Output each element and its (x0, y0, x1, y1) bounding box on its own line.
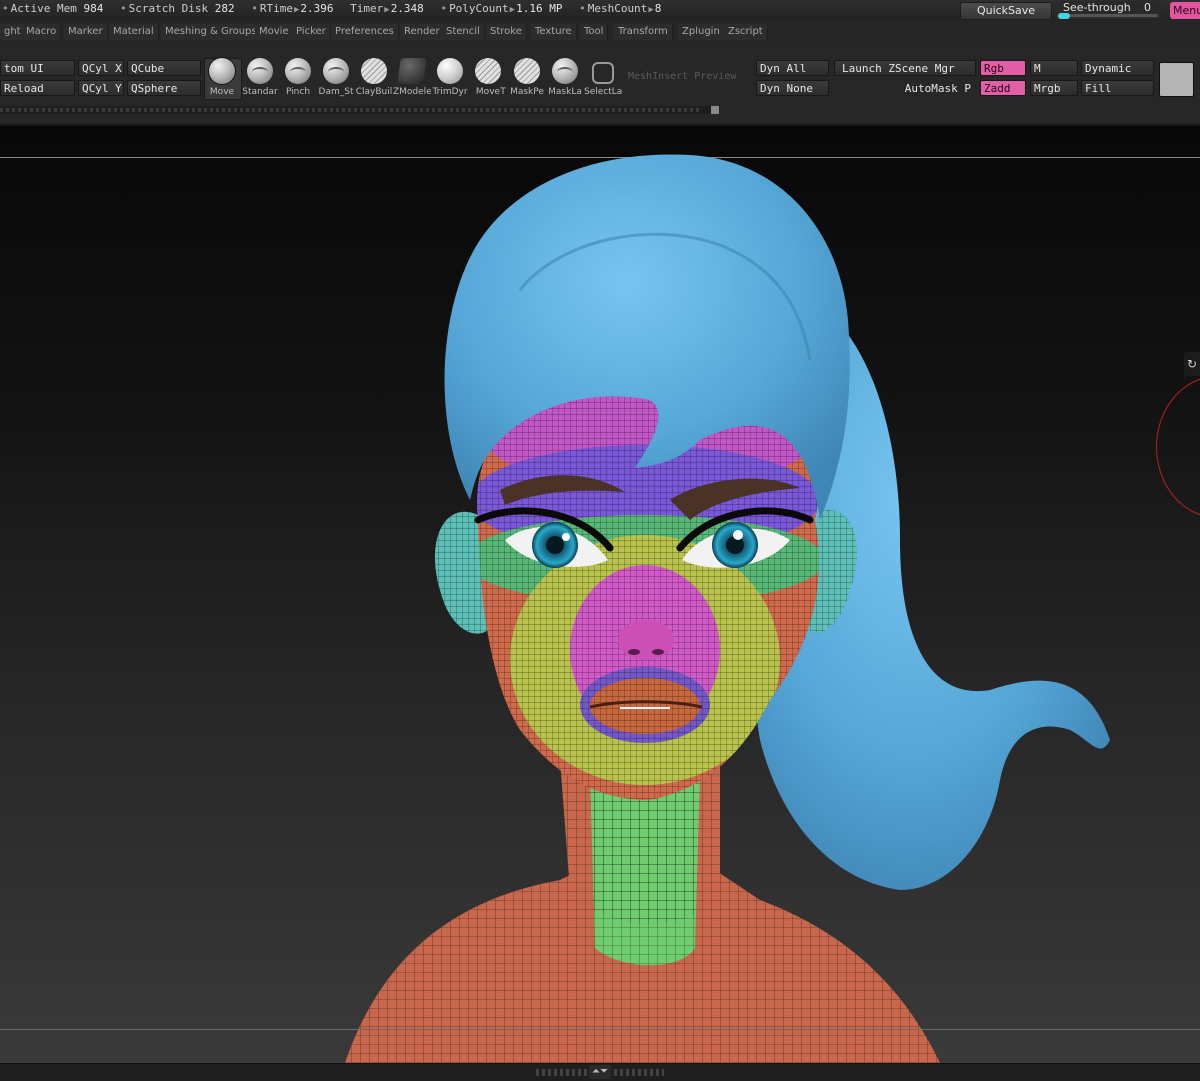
shelf-scroll-thumb[interactable] (711, 106, 719, 114)
menu-material[interactable]: Material (109, 24, 159, 40)
brush-selectlasso[interactable]: SelectLa (584, 58, 622, 98)
dyn-all-button[interactable]: Dyn All (756, 60, 829, 76)
dyn-none-button[interactable]: Dyn None (756, 80, 829, 96)
brush-maskpen[interactable]: MaskPe (508, 58, 546, 98)
zmodeler-brush-icon (397, 58, 427, 84)
standard-brush-icon (247, 58, 273, 84)
meshinsert-preview[interactable]: MeshInsert Preview (628, 71, 736, 82)
shelf-scrollbar[interactable] (0, 106, 720, 114)
expand-arrow-icon[interactable]: ⏶⏷ (589, 1065, 611, 1079)
brush-trimdynamic[interactable]: TrimDyr (431, 58, 469, 98)
menu-movie[interactable]: Movie (255, 24, 294, 40)
launch-zscene-button[interactable]: Launch ZScene Mgr (834, 60, 976, 76)
stat-timer: Timer▶2.348 (350, 2, 424, 15)
menu-picker[interactable]: Picker (292, 24, 331, 40)
menu-zplugin[interactable]: Zplugin (678, 24, 725, 40)
menu-preferences[interactable]: Preferences (331, 24, 399, 40)
m-button[interactable]: M (1030, 60, 1078, 76)
brush-standard[interactable]: Standar (241, 58, 279, 98)
color-swatch[interactable] (1159, 62, 1194, 97)
qcyl-x-button[interactable]: QCyl X (78, 60, 124, 76)
brush-move[interactable]: Move (203, 58, 241, 98)
menu-stroke[interactable]: Stroke (486, 24, 527, 40)
stats-readout: • Active Mem 984 • Scratch Disk 282 • RTime… (2, 2, 671, 15)
bottom-bar: ⏶⏷ (0, 1063, 1200, 1081)
viewport-bottom-line (0, 1029, 1200, 1030)
claybuildup-brush-icon (361, 58, 387, 84)
see-through-knob[interactable] (1058, 13, 1070, 19)
rotate-icon[interactable]: ↻ (1184, 352, 1200, 376)
menu-render[interactable]: Render (400, 24, 445, 40)
reload-button[interactable]: Reload (0, 80, 75, 96)
menus-toggle-button[interactable]: Menu (1170, 2, 1200, 19)
brush-dam-standard[interactable]: Dam_St (317, 58, 355, 98)
quicksave-button[interactable]: QuickSave (960, 2, 1052, 20)
custom-ui-button[interactable]: tom UI (0, 60, 75, 76)
fill-button[interactable]: Fill (1081, 80, 1154, 96)
brush-pinch[interactable]: Pinch (279, 58, 317, 98)
brush-zmodeler[interactable]: ZModele (393, 58, 431, 98)
stat-meshcount: • MeshCount▶8 (579, 2, 662, 15)
move-brush-icon (209, 58, 235, 84)
trimdynamic-brush-icon (437, 58, 463, 84)
qcube-button[interactable]: QCube (127, 60, 201, 76)
nose (618, 620, 674, 660)
menu-macro[interactable]: Macro (22, 24, 62, 40)
status-bar: • Active Mem 984 • Scratch Disk 282 • RTime… (0, 0, 1200, 21)
rgb-button[interactable]: Rgb (980, 60, 1026, 76)
dynamic-button[interactable]: Dynamic (1081, 60, 1154, 76)
selectlasso-brush-icon (592, 62, 614, 84)
menu-stencil[interactable]: Stencil (442, 24, 485, 40)
menu-zscript[interactable]: Zscript (724, 24, 768, 40)
see-through-slider[interactable]: See-through 0 (1055, 1, 1161, 19)
menu-tool[interactable]: Tool (580, 24, 609, 40)
stat-scratch-disk: • Scratch Disk 282 (119, 2, 235, 15)
menu-marker[interactable]: Marker (64, 24, 108, 40)
tool-shelf: tom UI Reload QCyl X QCyl Y QCube QSpher… (0, 44, 1200, 125)
menu-bar: ght Macro Marker Material Meshing & Grou… (0, 20, 1200, 44)
masklasso-brush-icon (552, 58, 578, 84)
brush-masklasso[interactable]: MaskLa (546, 58, 584, 98)
see-through-track[interactable] (1058, 13, 1158, 19)
brush-claybuildup[interactable]: ClayBuil (355, 58, 393, 98)
qsphere-button[interactable]: QSphere (127, 80, 201, 96)
see-through-value: 0 (1144, 1, 1151, 14)
automask-button[interactable]: AutoMask P (834, 80, 976, 96)
sculpt-model[interactable] (0, 126, 1200, 1063)
dam-standard-brush-icon (323, 58, 349, 84)
shelf-scroll-grip[interactable] (0, 108, 700, 112)
qcyl-y-button[interactable]: QCyl Y (78, 80, 124, 96)
zadd-button[interactable]: Zadd (980, 80, 1026, 96)
stat-polycount: • PolyCount▶1.16 MP (440, 2, 563, 15)
maskpen-brush-icon (514, 58, 540, 84)
stat-active-mem: • Active Mem 984 (2, 2, 104, 15)
menu-texture[interactable]: Texture (531, 24, 577, 40)
pinch-brush-icon (285, 58, 311, 84)
stat-rtime: • RTime▶2.396 (251, 2, 334, 15)
menu-meshing[interactable]: Meshing & Groups (161, 24, 262, 40)
menu-transform[interactable]: Transform (614, 24, 673, 40)
see-through-label: See-through (1063, 1, 1131, 14)
mrgb-button[interactable]: Mrgb (1030, 80, 1078, 96)
canvas-viewport[interactable]: ↻ (0, 126, 1200, 1063)
